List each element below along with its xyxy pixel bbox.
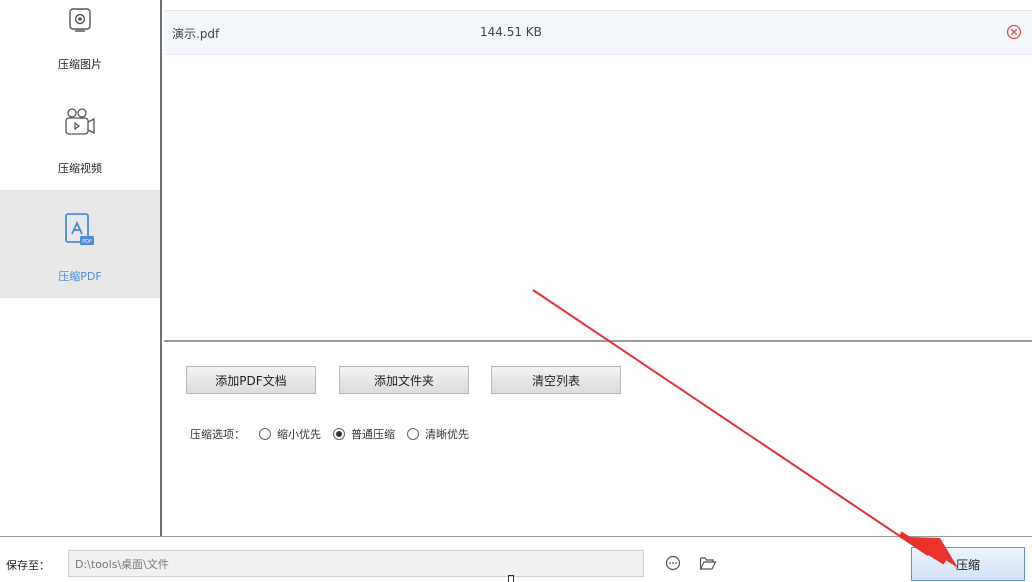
text-cursor-glyph	[508, 575, 514, 582]
file-name: 演示.pdf	[172, 27, 220, 41]
radio-circle	[259, 428, 271, 440]
radio-label: 缩小优先	[277, 428, 321, 441]
svg-text:PDF: PDF	[82, 239, 92, 245]
save-to-label: 保存至：	[6, 559, 50, 572]
add-folder-button[interactable]: 添加文件夹	[339, 366, 469, 394]
radio-smaller-first[interactable]: 缩小优先	[259, 426, 321, 442]
sidebar-item-label: 压缩PDF	[58, 270, 102, 283]
radio-clarity-first[interactable]: 清晰优先	[407, 426, 469, 442]
clear-list-button[interactable]: 清空列表	[491, 366, 621, 394]
radio-label: 普通压缩	[351, 428, 395, 441]
bottom-bar: 保存至： 压缩	[0, 536, 1032, 582]
file-size: 144.51 KB	[480, 25, 542, 39]
sidebar-item-compress-image[interactable]: 压缩图片	[0, 0, 160, 108]
compress-button[interactable]: 压缩	[911, 547, 1025, 581]
sidebar: 压缩图片 压缩视频 PDF 压缩PDF	[0, 0, 162, 536]
compress-options: 压缩选项： 缩小优先 普通压缩 清晰优先	[190, 426, 481, 442]
more-options-icon[interactable]	[665, 555, 681, 571]
radio-circle	[407, 428, 419, 440]
radio-normal-compress[interactable]: 普通压缩	[333, 426, 395, 442]
image-compress-icon	[60, 0, 100, 40]
add-pdf-button[interactable]: 添加PDF文档	[186, 366, 316, 394]
sidebar-item-label: 压缩图片	[58, 58, 102, 71]
save-path-input[interactable]	[68, 550, 644, 577]
sidebar-item-label: 压缩视频	[58, 162, 102, 175]
remove-file-icon[interactable]	[1006, 24, 1022, 40]
radio-circle	[333, 428, 345, 440]
table-row[interactable]: 演示.pdf 144.51 KB	[164, 11, 1032, 55]
video-compress-icon	[60, 102, 100, 142]
open-folder-icon[interactable]	[699, 555, 717, 571]
pdf-compress-icon: PDF	[60, 210, 100, 250]
options-panel: 添加PDF文档 添加文件夹 清空列表 压缩选项： 缩小优先 普通压缩 清晰优先	[164, 344, 1032, 536]
radio-label: 清晰优先	[425, 428, 469, 441]
sidebar-item-compress-pdf[interactable]: PDF 压缩PDF	[0, 190, 160, 298]
compress-options-label: 压缩选项：	[190, 428, 245, 441]
file-list: 演示.pdf 144.51 KB	[164, 0, 1032, 342]
